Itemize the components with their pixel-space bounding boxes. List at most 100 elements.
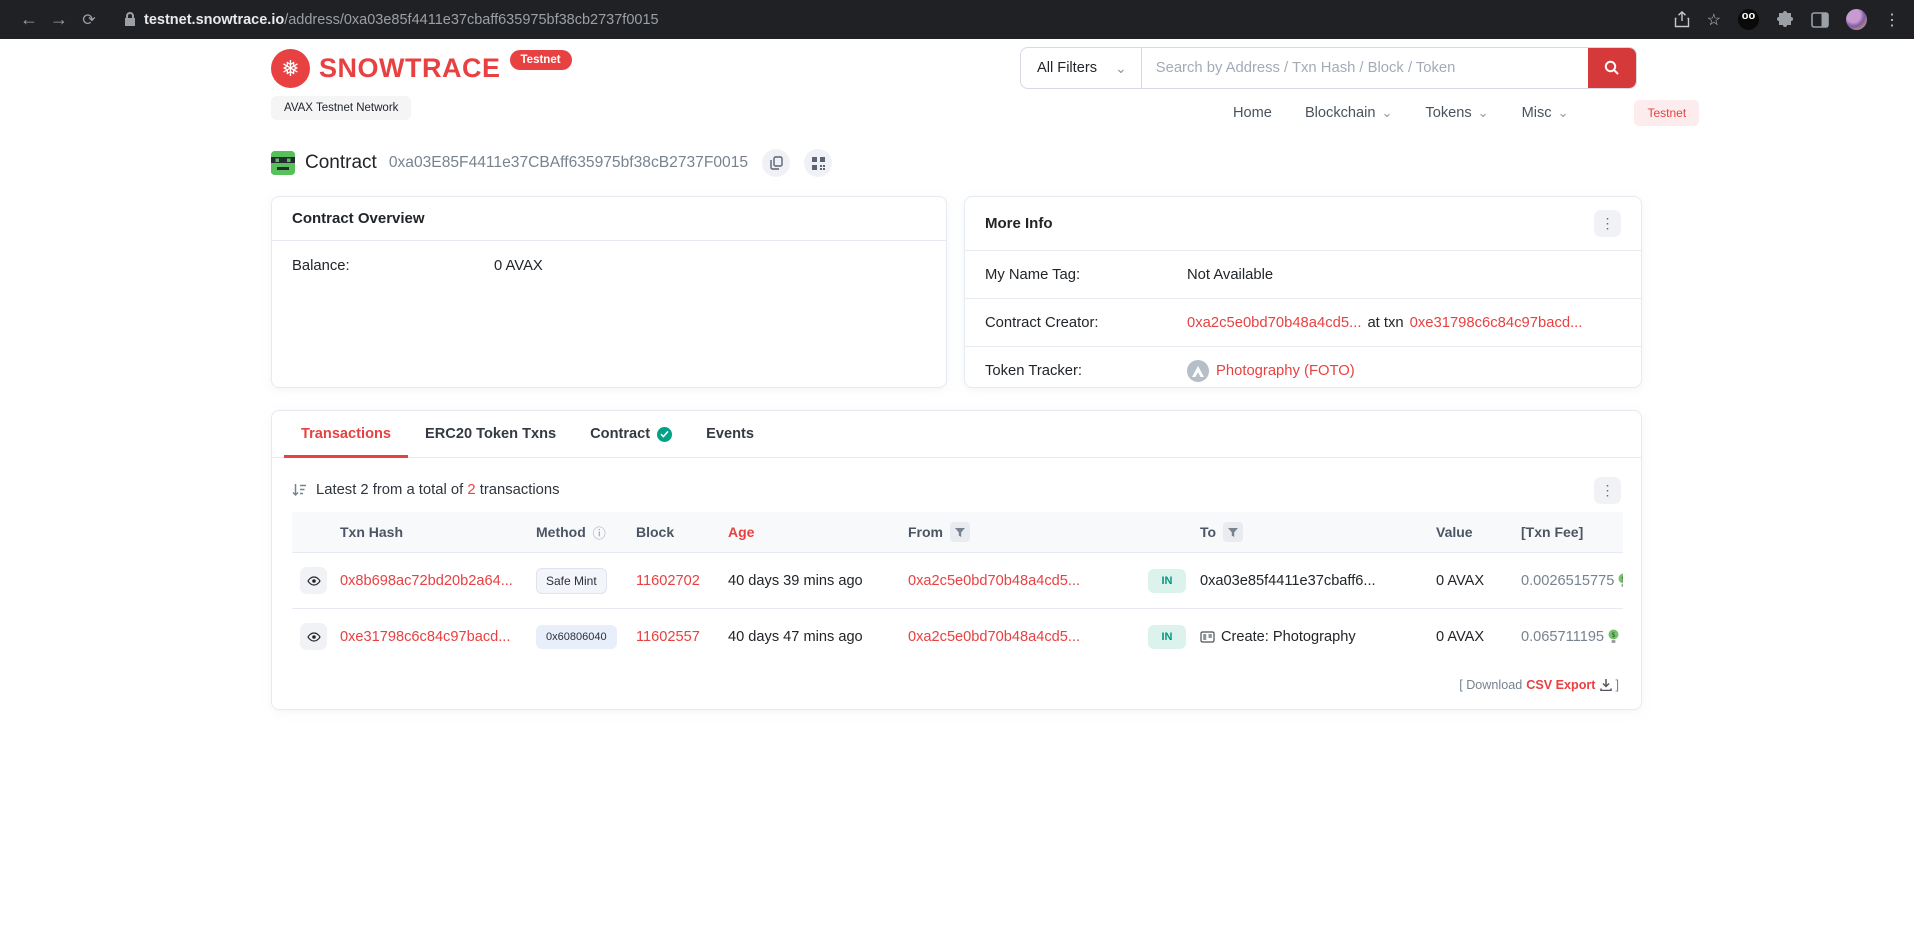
qr-code-button[interactable] xyxy=(804,149,832,177)
more-info-card: More Info ⋮ My Name Tag: Not Available C… xyxy=(964,196,1642,388)
logo-text: SNOWTRACE xyxy=(319,49,501,88)
to-address: 0xa03e85f4411e37cbaff6... xyxy=(1200,573,1376,589)
col-method-label: Method xyxy=(536,524,586,540)
nav-label: Misc xyxy=(1522,105,1552,121)
nav-label: Blockchain xyxy=(1305,105,1376,121)
browser-forward-icon[interactable]: → xyxy=(44,9,74,30)
txn-hash-link[interactable]: 0x8b698ac72bd20b2a64... xyxy=(340,573,513,589)
tab-contract[interactable]: Contract xyxy=(573,411,689,457)
col-from-label: From xyxy=(908,524,943,540)
svg-text:$: $ xyxy=(1611,631,1615,639)
fee-amount: 0.0026515775 xyxy=(1521,573,1614,589)
age-cell: 40 days 39 mins ago xyxy=(720,553,900,609)
from-filter-button[interactable] xyxy=(950,522,970,542)
info-icon[interactable]: ⓘ xyxy=(593,523,606,542)
search-filter-dropdown[interactable]: All Filters ⌄ xyxy=(1021,48,1142,88)
value-cell: 0 AVAX xyxy=(1428,553,1513,609)
nav-item-misc[interactable]: Misc ⌄ xyxy=(1522,105,1569,121)
transactions-card: Transactions ERC20 Token Txns Contract E… xyxy=(271,410,1642,710)
txn-hash-link[interactable]: 0xe31798c6c84c97bacd... xyxy=(340,629,510,645)
creator-txn-link[interactable]: 0xe31798c6c84c97bacd... xyxy=(1410,315,1583,331)
browser-reload-icon[interactable]: ⟳ xyxy=(74,10,104,30)
search-button[interactable] xyxy=(1588,48,1636,88)
nav-item-tokens[interactable]: Tokens ⌄ xyxy=(1425,105,1488,121)
tab-transactions[interactable]: Transactions xyxy=(284,411,408,457)
search-input[interactable] xyxy=(1142,48,1588,88)
tab-erc20-token-txns[interactable]: ERC20 Token Txns xyxy=(408,411,573,457)
direction-badge: IN xyxy=(1148,569,1186,593)
transactions-table: Txn Hash Methodⓘ Block Age From xyxy=(292,512,1623,664)
token-logo-icon xyxy=(1187,360,1209,382)
name-tag-label: My Name Tag: xyxy=(985,267,1187,283)
method-badge: Safe Mint xyxy=(536,568,607,594)
block-link[interactable]: 11602557 xyxy=(636,629,700,645)
svg-text:$: $ xyxy=(1622,575,1623,583)
address-bar[interactable]: testnet.snowtrace.io/address/0xa03e85f44… xyxy=(124,11,659,29)
snowtrace-logo[interactable]: ❅ SNOWTRACE Testnet xyxy=(271,49,572,88)
col-age[interactable]: Age xyxy=(720,512,900,553)
verified-check-icon xyxy=(657,427,672,442)
download-prefix: [ Download xyxy=(1459,678,1522,692)
extension-avatar-icon[interactable] xyxy=(1738,9,1759,30)
transactions-summary: Latest 2 from a total of 2 transactions … xyxy=(292,468,1621,512)
page-title: Contract xyxy=(305,152,377,174)
to-filter-button[interactable] xyxy=(1223,522,1243,542)
share-icon[interactable] xyxy=(1674,11,1690,28)
bookmark-star-icon[interactable]: ☆ xyxy=(1707,10,1721,30)
table-row: 0x8b698ac72bd20b2a64... Safe Mint 116027… xyxy=(292,553,1623,609)
fee-amount: 0.065711195 xyxy=(1521,629,1604,645)
network-label: AVAX Testnet Network xyxy=(271,96,411,120)
url-path: /address/0xa03e85f4411e37cbaff635975bf38… xyxy=(284,12,658,28)
creator-address-link[interactable]: 0xa2c5e0bd70b48a4cd5... xyxy=(1187,315,1361,331)
browser-back-icon[interactable]: ← xyxy=(14,9,44,30)
tab-label: Contract xyxy=(590,426,650,442)
name-tag-row: My Name Tag: Not Available xyxy=(965,251,1641,299)
col-from: From xyxy=(900,512,1140,553)
direction-badge: IN xyxy=(1148,625,1186,649)
nav-item-blockchain[interactable]: Blockchain ⌄ xyxy=(1305,105,1392,121)
token-tracker-link[interactable]: Photography (FOTO) xyxy=(1216,363,1355,379)
balance-label: Balance: xyxy=(292,258,494,274)
more-info-title: More Info xyxy=(985,215,1053,232)
more-info-menu-button[interactable]: ⋮ xyxy=(1594,210,1621,237)
gas-bulb-icon[interactable]: $ xyxy=(1618,573,1623,588)
tab-label: ERC20 Token Txns xyxy=(425,426,556,442)
contract-overview-header: Contract Overview xyxy=(272,197,946,241)
browser-menu-icon[interactable]: ⋮ xyxy=(1884,10,1900,30)
block-link[interactable]: 11602702 xyxy=(636,573,700,589)
col-to: To xyxy=(1192,512,1428,553)
main-nav: Home Blockchain ⌄ Tokens ⌄ Misc ⌄ Testne… xyxy=(1233,100,1642,126)
tab-bar: Transactions ERC20 Token Txns Contract E… xyxy=(272,411,1641,458)
side-panel-icon[interactable] xyxy=(1811,11,1829,29)
download-suffix: ] xyxy=(1616,678,1620,692)
csv-export-row: [ Download CSV Export ] xyxy=(292,664,1621,704)
nav-item-home[interactable]: Home xyxy=(1233,105,1272,121)
creator-at-txn-text: at txn xyxy=(1367,315,1403,331)
from-address-link[interactable]: 0xa2c5e0bd70b48a4cd5... xyxy=(908,573,1080,589)
to-create-label: Create: Photography xyxy=(1221,629,1356,645)
eye-column-header xyxy=(292,512,332,553)
extensions-puzzle-icon[interactable] xyxy=(1776,11,1794,29)
gas-bulb-icon[interactable]: $ xyxy=(1608,629,1619,644)
preview-txn-button[interactable] xyxy=(300,623,327,650)
tab-events[interactable]: Events xyxy=(689,411,771,457)
name-tag-value: Not Available xyxy=(1187,267,1273,283)
profile-avatar[interactable] xyxy=(1846,9,1867,30)
balance-value: 0 AVAX xyxy=(494,258,543,274)
nav-testnet-badge[interactable]: Testnet xyxy=(1634,100,1699,126)
csv-export-link[interactable]: CSV Export xyxy=(1526,678,1595,692)
contract-create-icon xyxy=(1200,631,1215,643)
table-row: 0xe31798c6c84c97bacd... 0x60806040 11602… xyxy=(292,609,1623,665)
search-bar: All Filters ⌄ xyxy=(1020,47,1637,89)
copy-address-button[interactable] xyxy=(762,149,790,177)
age-cell: 40 days 47 mins ago xyxy=(720,609,900,665)
summary-count: 2 xyxy=(467,482,475,498)
nav-label: Tokens xyxy=(1425,105,1471,121)
from-address-link[interactable]: 0xa2c5e0bd70b48a4cd5... xyxy=(908,629,1080,645)
browser-toolbar: ← → ⟳ testnet.snowtrace.io/address/0xa03… xyxy=(0,0,1914,39)
download-icon[interactable] xyxy=(1600,679,1612,691)
preview-txn-button[interactable] xyxy=(300,567,327,594)
method-badge: 0x60806040 xyxy=(536,625,617,649)
transactions-menu-button[interactable]: ⋮ xyxy=(1594,477,1621,504)
contract-identicon xyxy=(271,151,295,175)
